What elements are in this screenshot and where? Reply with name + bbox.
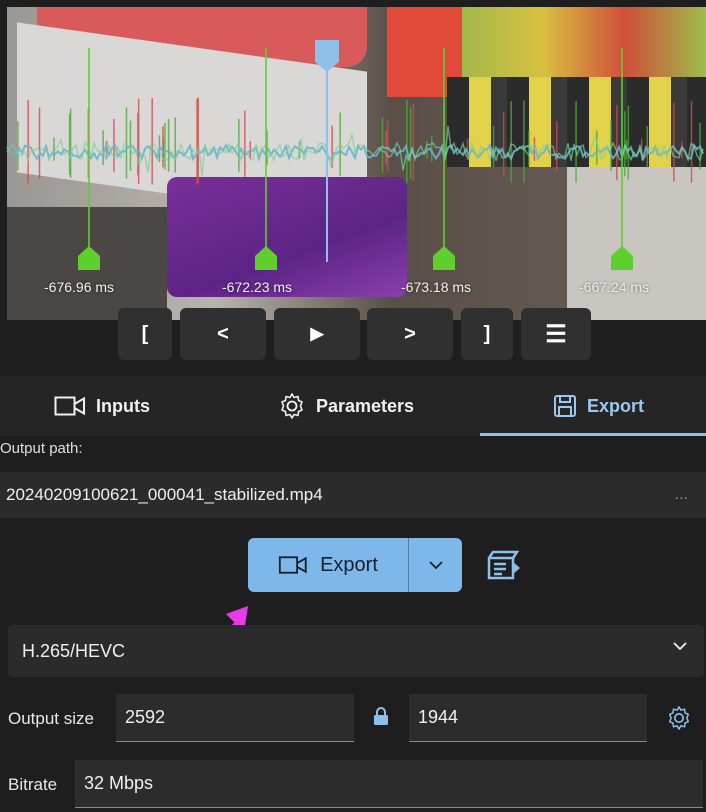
sync-marker-handle [255, 246, 277, 270]
next-frame-button[interactable]: > [367, 308, 453, 360]
output-width-input[interactable]: 2592 [116, 694, 354, 742]
lock-icon[interactable] [373, 706, 389, 726]
sync-marker-handle [611, 246, 633, 270]
sync-marker-handle [78, 246, 100, 270]
chevron-down-icon [428, 561, 443, 570]
render-queue-icon[interactable] [486, 550, 522, 582]
tab-parameters[interactable]: Parameters [278, 376, 414, 436]
export-button-label: Export [320, 553, 378, 576]
output-size-label: Output size [8, 709, 94, 728]
output-path-field[interactable]: 20240209100621_000041_stabilized.mp4 ... [0, 472, 706, 518]
gear-icon [281, 393, 303, 419]
export-options-dropdown[interactable] [408, 538, 462, 592]
output-path-value: 20240209100621_000041_stabilized.mp4 [6, 485, 323, 504]
video-camera-icon [279, 556, 307, 574]
output-height-value: 1944 [418, 707, 459, 727]
marker-label-2: -672.23 ms [222, 279, 293, 295]
codec-value: H.265/HEVC [22, 640, 126, 661]
tab-inputs-label: Inputs [96, 395, 150, 416]
output-width-value: 2592 [125, 707, 166, 727]
timeline-overlay[interactable] [0, 0, 706, 320]
gear-icon[interactable] [666, 705, 692, 731]
play-button[interactable]: ▶ [274, 308, 360, 360]
bitrate-value: 32 Mbps [84, 773, 154, 793]
active-tab-indicator [480, 433, 706, 436]
tab-export-label: Export [587, 395, 645, 416]
sync-marker-handle [433, 246, 455, 270]
menu-button[interactable]: ☰ [521, 308, 591, 360]
chevron-down-icon [673, 642, 687, 651]
browse-button[interactable]: ... [675, 472, 688, 518]
tab-inputs[interactable]: Inputs [54, 376, 150, 436]
bitrate-label: Bitrate [8, 775, 58, 794]
marker-label-3: -673.18 ms [401, 279, 472, 295]
codec-select[interactable]: H.265/HEVC [8, 625, 704, 677]
video-camera-icon [54, 396, 85, 416]
tab-bar: Inputs Parameters Export [0, 376, 706, 436]
tab-export[interactable]: Export [553, 376, 644, 436]
mark-in-button[interactable]: [ [118, 308, 172, 360]
bitrate-input[interactable]: 32 Mbps [75, 760, 703, 808]
output-height-input[interactable]: 1944 [409, 694, 647, 742]
save-icon [554, 395, 576, 417]
mark-out-button[interactable]: ] [461, 308, 513, 360]
tab-parameters-label: Parameters [316, 395, 415, 416]
playhead-handle [315, 40, 339, 72]
previous-frame-button[interactable]: < [180, 308, 266, 360]
output-path-label: Output path: [0, 440, 83, 457]
export-button[interactable]: Export [248, 538, 408, 592]
marker-label-1: -676.96 ms [44, 279, 115, 295]
waveform-trace-green [6, 125, 704, 177]
marker-label-4: -667.24 ms [579, 279, 650, 295]
